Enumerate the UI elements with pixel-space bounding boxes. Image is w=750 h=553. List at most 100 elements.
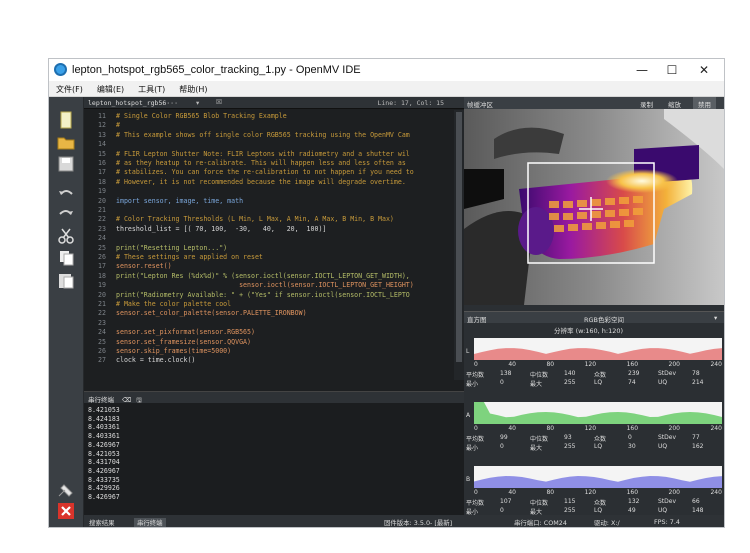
menu-edit[interactable]: 编辑(E) [90,81,131,95]
code-line[interactable]: sensor.skip_frames(time=5000) [116,347,231,356]
stat-value: 132 [628,498,640,505]
code-line[interactable]: # as they heatup to re-calibrate. This w… [116,159,406,168]
axis-tick: 160 [626,489,639,496]
stat-label: LQ [594,379,603,386]
code-line[interactable]: sensor.reset() [116,262,172,271]
open-folder-icon[interactable] [56,133,76,151]
code-line[interactable]: # [116,121,120,130]
stat-value: 255 [564,507,576,514]
ide-window: lepton_hotspot_rgb565_color_tracking_1.p… [48,58,725,528]
code-line[interactable]: threshold_list = [( 70, 100, -30, 40, 20… [116,225,326,234]
left-toolbar [49,97,84,527]
zoom-button[interactable]: 缩放 [668,99,681,109]
line-number: 13 [98,130,106,139]
code-line[interactable]: sensor.set_framesize(sensor.QQVGA) [116,338,251,347]
record-button[interactable]: 录制 [640,99,653,109]
terminal-clear-icon[interactable]: ⌫ [122,396,131,404]
histogram-channel: L 0 40 80 120 160 200 240 平均数 138 中位数 140 众数 239 StDev… [464,334,724,398]
line-number: 23 [98,224,106,233]
undo-icon[interactable] [56,185,76,203]
tab-close-icon[interactable]: ☒ [216,98,222,106]
tab-dropdown-icon[interactable]: ▾ [196,99,199,107]
line-number: 25 [98,337,106,346]
status-serial-terminal[interactable]: 串行终端 [134,518,166,527]
stat-label: 最大 [530,381,543,388]
code-line[interactable]: # However, it is not recommended because… [116,178,406,187]
serial-terminal: 串行终端 ⌫ 🖫 8.421053 8.424183 8.403361 8.40… [84,391,464,515]
code-line[interactable]: sensor.ioctl(sensor.IOCTL_LEPTON_GET_HEI… [116,281,414,290]
stat-label: StDev [658,498,677,505]
close-button[interactable]: ✕ [689,59,719,81]
line-number: 19 [98,281,106,290]
terminal-output: 8.421053 8.424183 8.403361 8.403361 8.42… [88,406,120,502]
line-number: 20 [98,290,106,299]
editor-file-tab[interactable]: lepton_hotspot_rgb56··· [88,99,178,107]
editor-scrollbar[interactable] [454,110,464,380]
stat-value: 66 [692,498,700,505]
stat-value: 255 [564,443,576,450]
channel-key: B [466,476,471,483]
copy-icon[interactable] [56,249,76,267]
terminal-title: 串行终端 [88,396,114,404]
code-line[interactable]: sensor.set_pixformat(sensor.RGB565) [116,328,255,337]
stat-label: 中位数 [530,436,549,443]
status-search-results[interactable]: 搜索结果 [89,518,115,527]
stat-label: UQ [658,443,668,450]
line-number: 21 [98,300,106,308]
code-area[interactable]: 11 # Single Color RGB565 Blob Tracking Ex… [84,110,454,380]
stat-label: 最大 [530,509,543,516]
code-line[interactable]: # Color Tracking Thresholds (L Min, L Ma… [116,215,394,224]
new-file-icon[interactable] [56,111,76,129]
code-line[interactable]: sensor.set_color_palette(sensor.PALETTE_… [116,309,307,318]
terminal-save-icon[interactable]: 🖫 [136,396,142,404]
frame-buffer-title: 帧缓冲区 [467,101,493,109]
code-line[interactable]: clock = time.clock() [116,356,195,365]
code-line[interactable]: print("Resetting Lepton...") [116,244,227,253]
stat-label: 最小 [466,509,479,516]
histogram-plot [474,466,722,488]
menu-help[interactable]: 帮助(H) [172,81,214,95]
code-line[interactable]: print("Lepton Res (%dx%d)" % (sensor.ioc… [116,272,410,281]
axis-tick: 200 [668,425,680,432]
redo-icon[interactable] [56,205,76,223]
histogram-title: 直方图 [467,316,487,324]
menu-tools[interactable]: 工具(T) [131,81,172,95]
code-line[interactable]: # Make the color palette cool [116,300,231,309]
histogram-axis: 0 40 80 120 160 200 240 [474,489,722,496]
stat-value: 107 [500,498,512,505]
line-number: 18 [98,177,106,186]
color-space-select[interactable]: RGB色彩空间 [584,314,624,324]
code-line[interactable]: # FLIR Lepton Shutter Note: FLIR Leptons… [116,150,410,159]
stat-label: 平均数 [466,436,485,443]
code-line[interactable]: # Single Color RGB565 Blob Tracking Exam… [116,112,287,121]
axis-tick: 240 [710,489,722,496]
connect-icon[interactable] [56,481,76,499]
cut-icon[interactable] [56,227,76,245]
stat-value: 74 [628,379,636,386]
code-line[interactable]: import sensor, image, time, math [116,197,243,206]
code-line[interactable]: # stabilizes. You can force the re-calib… [116,168,414,177]
code-line[interactable]: # These settings are applied on reset [116,253,263,262]
stat-label: 众数 [594,436,607,443]
menu-file[interactable]: 文件(F) [49,81,90,95]
stat-label: 最小 [466,445,479,452]
save-icon[interactable] [56,155,76,173]
axis-tick: 40 [508,361,516,368]
stat-value: 0 [628,434,632,441]
axis-tick: 40 [508,425,516,432]
color-space-dropdown-icon[interactable]: ▾ [714,314,717,322]
code-line[interactable]: print("Radiometry Available: " + ("Yes" … [116,291,410,300]
maximize-button[interactable]: ☐ [657,59,687,81]
minimize-button[interactable]: — [627,59,657,81]
stat-label: 中位数 [530,500,549,507]
line-number: 20 [98,196,106,205]
stop-icon[interactable] [56,502,76,520]
axis-tick: 80 [546,425,555,432]
stat-value: 30 [628,443,636,450]
stat-value: 0 [500,379,504,386]
code-line[interactable]: # This example shows off single color RG… [116,131,410,140]
editor-tab-bar: lepton_hotspot_rgb56··· ▾ ☒ Line: 17, Co… [84,97,464,109]
paste-icon[interactable] [56,271,76,289]
axis-tick: 40 [508,489,516,496]
axis-tick: 0 [474,425,478,432]
